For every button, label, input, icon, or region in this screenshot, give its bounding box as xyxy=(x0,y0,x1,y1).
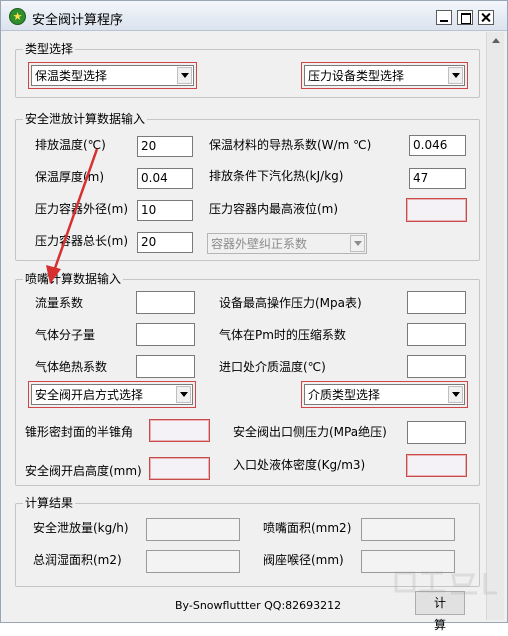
vessel-type-select-highlight: 压力设备类型选择 xyxy=(301,62,468,89)
discharge-temp-label: 排放温度(℃) xyxy=(35,138,106,152)
opening-mode-select[interactable]: 安全阀开启方式选择 xyxy=(31,384,193,405)
calculate-button[interactable]: 计 算 xyxy=(415,591,465,632)
medium-type-select-value: 介质类型选择 xyxy=(308,388,381,402)
minimize-button[interactable] xyxy=(436,10,452,25)
type-select-group-title: 类型选择 xyxy=(23,41,76,57)
title-bar[interactable]: ★ 安全阀计算程序 xyxy=(1,1,507,31)
adiabatic-coefficient-label: 气体绝热系数 xyxy=(35,360,108,374)
max-liquid-level-label: 压力容器内最高液位(m) xyxy=(209,202,339,216)
dropdown-arrow-icon[interactable] xyxy=(350,235,365,252)
opening-mode-select-highlight: 安全阀开启方式选择 xyxy=(28,381,196,408)
adiabatic-coefficient-input[interactable] xyxy=(136,355,195,378)
insulation-type-select[interactable]: 保温类型选择 xyxy=(31,65,194,86)
dropdown-arrow-icon[interactable] xyxy=(448,386,463,403)
dropdown-arrow-icon[interactable] xyxy=(448,67,463,84)
nozzle-area-label: 喷嘴面积(mm2) xyxy=(263,521,352,535)
vertical-scrollbar[interactable] xyxy=(486,32,504,620)
vessel-type-select[interactable]: 压力设备类型选择 xyxy=(304,65,465,86)
discharge-rate-label: 安全泄放量(kg/h) xyxy=(33,521,129,535)
close-button[interactable] xyxy=(478,10,494,25)
molecular-weight-label: 气体分子量 xyxy=(35,328,96,342)
max-pressure-label: 设备最高操作压力(Mpa表) xyxy=(219,296,362,310)
liquid-density-output xyxy=(406,454,467,477)
inlet-temp-label: 进口处介质温度(℃) xyxy=(219,360,326,374)
insulation-type-select-value: 保温类型选择 xyxy=(35,69,108,83)
seat-throat-label: 阀座喉径(mm) xyxy=(263,553,344,567)
dropdown-arrow-icon[interactable] xyxy=(176,386,191,403)
discharge-input-group-title: 安全泄放计算数据输入 xyxy=(23,111,148,127)
vessel-length-input[interactable]: 20 xyxy=(137,232,193,253)
wall-correction-select-value: 容器外壁纠正系数 xyxy=(211,237,308,251)
liquid-density-label: 入口处液体密度(Kg/m3) xyxy=(233,458,366,472)
vessel-diameter-input[interactable]: 10 xyxy=(137,200,193,221)
result-group: 计算结果 xyxy=(15,495,480,587)
cone-half-angle-label: 锥形密封面的半锥角 xyxy=(25,425,134,439)
max-pressure-input[interactable] xyxy=(407,291,466,314)
max-liquid-level-output xyxy=(406,198,467,222)
valve-lift-label: 安全阀开启高度(mm) xyxy=(25,464,142,478)
wetted-area-label: 总润湿面积(m2) xyxy=(33,553,122,567)
app-logo-icon: ★ xyxy=(9,8,26,25)
cone-half-angle-output xyxy=(149,419,210,442)
discharge-temp-input[interactable]: 20 xyxy=(137,136,193,157)
vessel-diameter-label: 压力容器外径(m) xyxy=(35,202,129,216)
result-group-title: 计算结果 xyxy=(23,495,76,511)
scroll-up-arrow-icon[interactable] xyxy=(487,32,504,49)
flow-coefficient-label: 流量系数 xyxy=(35,296,84,310)
medium-type-select[interactable]: 介质类型选择 xyxy=(304,384,465,405)
dropdown-arrow-icon[interactable] xyxy=(177,67,192,84)
compressibility-input[interactable] xyxy=(407,323,466,346)
author-credit: By-Snowfluttter QQ:82693212 xyxy=(175,599,342,612)
app-window: ★ 安全阀计算程序 类型选择 保温类型选择 压力设备类型选择 安全泄放计算数据输… xyxy=(0,0,508,632)
wetted-area-output xyxy=(146,550,240,573)
compressibility-label: 气体在Pm时的压缩系数 xyxy=(219,328,346,342)
insulation-type-select-highlight: 保温类型选择 xyxy=(28,62,197,89)
discharge-rate-output xyxy=(146,518,240,541)
wall-correction-select[interactable]: 容器外壁纠正系数 xyxy=(207,233,367,254)
vessel-type-select-value: 压力设备类型选择 xyxy=(308,69,405,83)
vaporization-heat-label: 排放条件下汽化热(kJ/kg) xyxy=(209,169,344,183)
maximize-button[interactable] xyxy=(457,10,473,25)
window-title: 安全阀计算程序 xyxy=(32,13,124,28)
insulation-thickness-input[interactable]: 0.04 xyxy=(137,168,193,189)
valve-lift-output xyxy=(149,457,210,480)
vessel-length-label: 压力容器总长(m) xyxy=(35,234,129,248)
conductivity-label: 保温材料的导热系数(W/m ℃) xyxy=(209,138,372,152)
outlet-pressure-input[interactable] xyxy=(407,421,466,444)
insulation-thickness-label: 保温厚度(m) xyxy=(35,170,105,184)
outlet-pressure-label: 安全阀出口侧压力(MPa绝压) xyxy=(233,425,387,439)
seat-throat-output xyxy=(361,550,455,573)
inlet-temp-input[interactable] xyxy=(407,355,466,378)
opening-mode-select-value: 安全阀开启方式选择 xyxy=(35,388,144,402)
vaporization-heat-input[interactable]: 47 xyxy=(409,168,466,189)
flow-coefficient-input[interactable] xyxy=(136,291,195,314)
conductivity-input[interactable]: 0.046 xyxy=(409,135,466,156)
medium-type-select-highlight: 介质类型选择 xyxy=(301,381,468,408)
nozzle-input-group-title: 喷嘴计算数据输入 xyxy=(23,271,124,287)
molecular-weight-input[interactable] xyxy=(136,323,195,346)
nozzle-area-output xyxy=(361,518,455,541)
